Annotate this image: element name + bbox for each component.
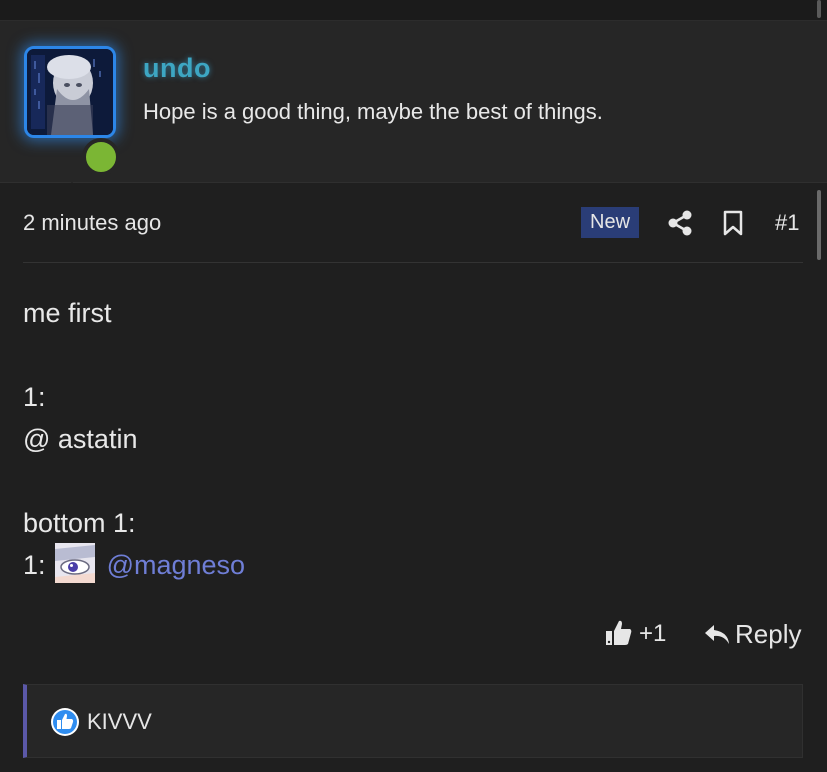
post-body: me first 1: @ astatin bottom 1: 1: @magn… <box>23 292 245 586</box>
scrollbar[interactable] <box>817 190 821 260</box>
reaction-user[interactable]: KIVVV <box>87 709 152 735</box>
post-line: 1: <box>23 382 46 412</box>
post-line: me first <box>23 298 112 328</box>
line-prefix: 1: <box>23 550 46 580</box>
reply-button[interactable]: Reply <box>735 619 801 650</box>
anime-eye-avatar-icon <box>55 542 96 583</box>
like-reaction-icon <box>51 708 79 736</box>
post-meta-bar: 2 minutes ago New #1 <box>23 205 803 245</box>
like-count[interactable]: +1 <box>639 620 666 648</box>
user-mention-link[interactable]: @magneso <box>107 550 245 580</box>
online-status-indicator <box>82 138 120 176</box>
bookmark-icon[interactable] <box>720 209 746 237</box>
reply-arrow-icon[interactable] <box>704 622 730 646</box>
post-line-mention: 1: @magneso <box>23 542 245 586</box>
top-strip <box>0 0 827 21</box>
avatar-image <box>27 49 113 135</box>
post-line: bottom 1: <box>23 508 136 538</box>
user-avatar[interactable] <box>24 46 116 138</box>
author-panel: undo Hope is a good thing, maybe the bes… <box>0 21 827 200</box>
author-username[interactable]: undo <box>143 53 211 84</box>
meta-divider <box>23 262 803 263</box>
author-pointer <box>52 182 92 200</box>
scrollbar-top[interactable] <box>817 0 821 18</box>
post-timestamp[interactable]: 2 minutes ago <box>23 210 161 236</box>
new-badge: New <box>581 207 640 238</box>
thumbs-up-icon[interactable] <box>604 618 634 648</box>
share-icon[interactable] <box>666 209 694 237</box>
reactions-panel: KIVVV <box>23 684 803 758</box>
post-number[interactable]: #1 <box>775 210 799 236</box>
post-line: @ astatin <box>23 424 138 454</box>
author-signature: Hope is a good thing, maybe the best of … <box>143 99 603 124</box>
